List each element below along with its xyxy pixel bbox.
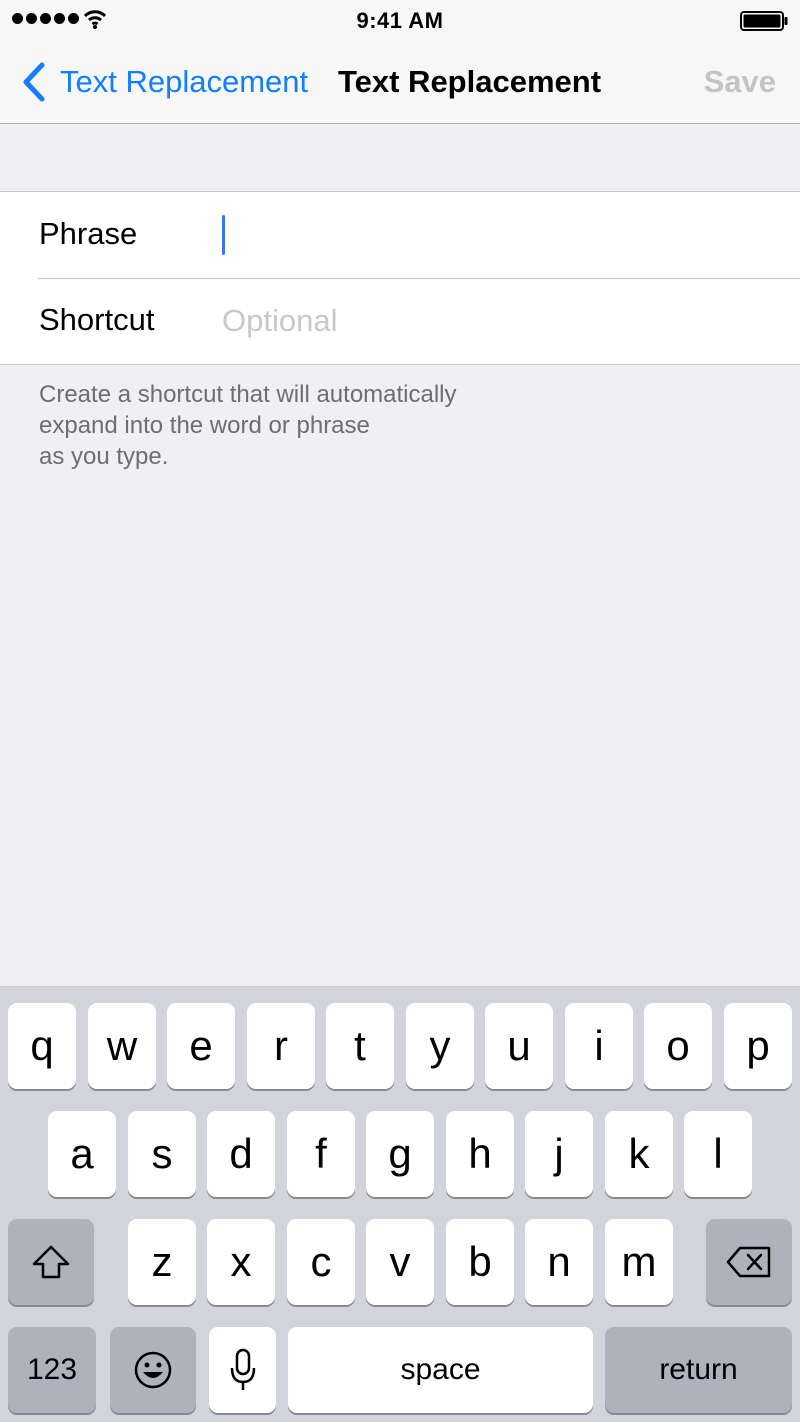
key-v[interactable]: v (366, 1219, 434, 1305)
chevron-left-icon (23, 62, 45, 102)
footer-note: Create a shortcut that will automaticall… (39, 381, 457, 470)
phrase-input[interactable] (222, 206, 782, 264)
key-s[interactable]: s (128, 1111, 196, 1197)
microphone-icon (230, 1348, 255, 1390)
key-i[interactable]: i (565, 1003, 633, 1089)
key-z[interactable]: z (128, 1219, 196, 1305)
phrase-label: Phrase (39, 216, 138, 251)
text-replacement-form: Phrase Shortcut (0, 191, 800, 365)
shift-key[interactable] (8, 1219, 94, 1305)
emoji-key[interactable] (110, 1327, 196, 1413)
nav-bar: Text Replacement Text Replacement Save (0, 40, 800, 124)
status-time: 9:41 AM (356, 8, 444, 33)
key-n[interactable]: n (525, 1219, 593, 1305)
battery-icon (740, 11, 788, 31)
space-key[interactable]: space (288, 1327, 593, 1413)
shortcut-label: Shortcut (39, 302, 155, 337)
back-button-label: Text Replacement (60, 64, 309, 99)
key-m[interactable]: m (605, 1219, 673, 1305)
key-x[interactable]: x (207, 1219, 275, 1305)
key-t[interactable]: t (326, 1003, 394, 1089)
key-h[interactable]: h (446, 1111, 514, 1197)
key-c[interactable]: c (287, 1219, 355, 1305)
shift-icon (32, 1245, 70, 1279)
shortcut-input[interactable] (222, 292, 782, 350)
key-g[interactable]: g (366, 1111, 434, 1197)
key-p[interactable]: p (724, 1003, 792, 1089)
keyboard: q w e r t y u i o p a s d f g h j k l z … (0, 986, 800, 1422)
key-r[interactable]: r (247, 1003, 315, 1089)
return-key[interactable]: return (605, 1327, 792, 1413)
dictation-key[interactable] (209, 1327, 276, 1413)
key-k[interactable]: k (605, 1111, 673, 1197)
backspace-key[interactable] (706, 1219, 792, 1305)
phrase-row: Phrase (0, 192, 800, 278)
key-j[interactable]: j (525, 1111, 593, 1197)
shortcut-row: Shortcut (0, 278, 800, 364)
save-button[interactable]: Save (704, 64, 776, 100)
backspace-icon (726, 1246, 771, 1278)
key-b[interactable]: b (446, 1219, 514, 1305)
back-button[interactable]: Text Replacement (20, 58, 308, 106)
key-y[interactable]: y (406, 1003, 474, 1089)
emoji-icon (134, 1351, 172, 1389)
key-o[interactable]: o (644, 1003, 712, 1089)
numbers-key[interactable]: 123 (8, 1327, 96, 1413)
key-l[interactable]: l (684, 1111, 752, 1197)
key-a[interactable]: a (48, 1111, 116, 1197)
key-f[interactable]: f (287, 1111, 355, 1197)
text-caret (222, 215, 225, 255)
key-u[interactable]: u (485, 1003, 553, 1089)
status-bar: 9:41 AM (0, 0, 800, 40)
key-w[interactable]: w (88, 1003, 156, 1089)
key-e[interactable]: e (167, 1003, 235, 1089)
key-q[interactable]: q (8, 1003, 76, 1089)
key-d[interactable]: d (207, 1111, 275, 1197)
page-title: Text Replacement (338, 64, 602, 99)
